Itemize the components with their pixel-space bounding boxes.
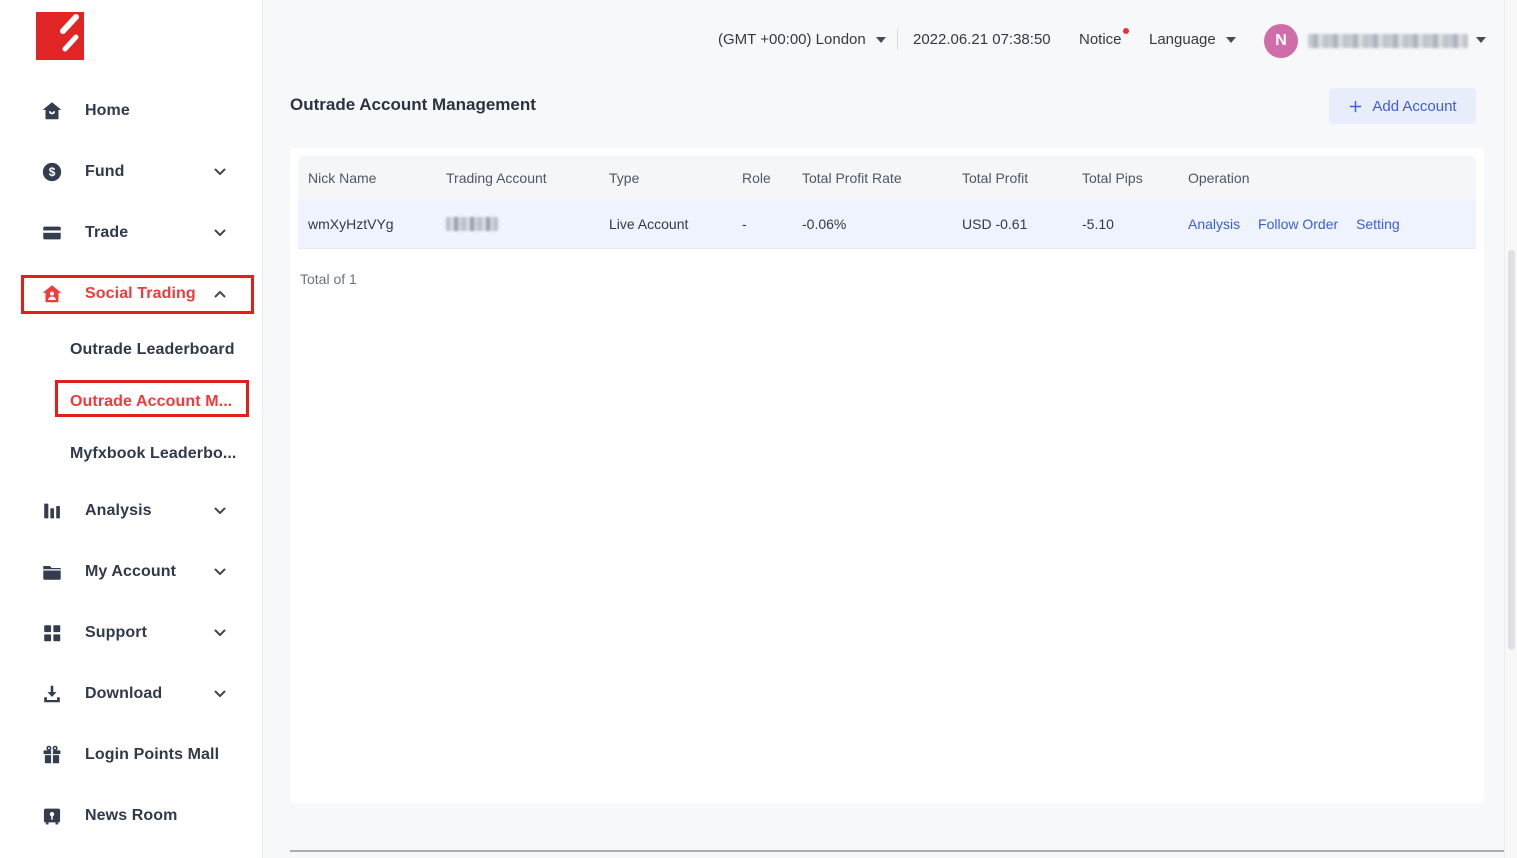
- scrollbar-thumb[interactable]: [1508, 250, 1515, 650]
- app-window: Home $ Fund Trade: [0, 0, 1517, 858]
- table-row: wmXyHztVYg Live Account - -0.06% USD -0.…: [298, 200, 1476, 248]
- sidebar-item-label: News Room: [85, 807, 177, 825]
- cell-trading-account: [436, 200, 599, 248]
- col-header-total-profit-rate: Total Profit Rate: [792, 156, 952, 200]
- vertical-scrollbar[interactable]: [1504, 0, 1517, 858]
- setting-link[interactable]: Setting: [1356, 216, 1400, 232]
- add-account-button[interactable]: Add Account: [1329, 88, 1476, 124]
- timezone-label: (GMT +00:00) London: [718, 31, 866, 48]
- avatar[interactable]: N: [1264, 24, 1298, 58]
- sidebar-item-label: Myfxbook Leaderbo...: [70, 445, 236, 463]
- sidebar-item-label: Analysis: [85, 502, 152, 520]
- trading-account-redacted: [446, 217, 498, 231]
- svg-text:$: $: [49, 165, 56, 179]
- trade-icon: [40, 221, 64, 245]
- chevron-down-icon: [214, 168, 226, 176]
- sidebar-item-label: Trade: [85, 224, 128, 242]
- gift-icon: [40, 743, 64, 767]
- cell-nick-name: wmXyHztVYg: [298, 200, 436, 248]
- fund-icon: $: [40, 160, 64, 184]
- caret-down-icon: [876, 37, 886, 43]
- sidebar-item-outrade-account-management[interactable]: Outrade Account M...: [0, 376, 262, 428]
- sidebar-item-myfxbook-leaderboard[interactable]: Myfxbook Leaderbo...: [0, 428, 262, 480]
- sidebar: Home $ Fund Trade: [0, 0, 263, 858]
- sidebar-item-label: Social Trading: [85, 285, 196, 303]
- language-select[interactable]: Language: [1149, 31, 1236, 48]
- sidebar-item-home[interactable]: Home: [0, 80, 262, 141]
- cell-total-pips: -5.10: [1072, 200, 1178, 248]
- chevron-down-icon: [214, 629, 226, 637]
- cell-role: -: [732, 200, 792, 248]
- chevron-down-icon: [214, 229, 226, 237]
- sidebar-item-analysis[interactable]: Analysis: [0, 480, 262, 541]
- sidebar-item-news-room[interactable]: News Room: [0, 785, 262, 846]
- notice-label: Notice: [1079, 31, 1122, 48]
- page-title: Outrade Account Management: [290, 95, 536, 115]
- chevron-up-icon: [214, 290, 226, 298]
- col-header-role: Role: [732, 156, 792, 200]
- sidebar-item-label: Outrade Leaderboard: [70, 341, 235, 359]
- sidebar-item-label: Support: [85, 624, 147, 642]
- brand-logo[interactable]: [36, 12, 84, 60]
- timezone-select[interactable]: (GMT +00:00) London: [718, 31, 886, 48]
- social-trading-icon: [40, 282, 64, 306]
- chevron-down-icon: [214, 507, 226, 515]
- sidebar-item-label: Home: [85, 102, 130, 120]
- support-icon: [40, 621, 64, 645]
- sidebar-item-support[interactable]: Support: [0, 602, 262, 663]
- plus-icon: [1348, 99, 1363, 114]
- analysis-link[interactable]: Analysis: [1188, 216, 1240, 232]
- cell-total-profit-rate: -0.06%: [792, 200, 952, 248]
- download-icon: [40, 682, 64, 706]
- account-table-card: Nick Name Trading Account Type Role Tota…: [290, 148, 1484, 803]
- language-label: Language: [1149, 31, 1216, 48]
- sidebar-item-label: My Account: [85, 563, 176, 581]
- sidebar-item-outrade-leaderboard[interactable]: Outrade Leaderboard: [0, 324, 262, 376]
- follow-order-link[interactable]: Follow Order: [1258, 216, 1338, 232]
- analysis-icon: [40, 499, 64, 523]
- col-header-type: Type: [599, 156, 732, 200]
- col-header-total-profit: Total Profit: [952, 156, 1072, 200]
- bottom-divider: [290, 850, 1512, 852]
- sidebar-item-fund[interactable]: $ Fund: [0, 141, 262, 202]
- sidebar-item-login-points-mall[interactable]: Login Points Mall: [0, 724, 262, 785]
- chevron-down-icon: [214, 568, 226, 576]
- col-header-operation: Operation: [1178, 156, 1476, 200]
- sidebar-item-social-trading[interactable]: Social Trading: [0, 263, 262, 324]
- cell-type: Live Account: [599, 200, 732, 248]
- cell-total-profit: USD -0.61: [952, 200, 1072, 248]
- sidebar-item-my-account[interactable]: My Account: [0, 541, 262, 602]
- sidebar-item-download[interactable]: Download: [0, 663, 262, 724]
- table-header-row: Nick Name Trading Account Type Role Tota…: [298, 156, 1476, 200]
- sidebar-item-trade[interactable]: Trade: [0, 202, 262, 263]
- home-icon: [40, 99, 64, 123]
- notification-dot: [1123, 28, 1129, 34]
- topbar: (GMT +00:00) London 2022.06.21 07:38:50 …: [263, 0, 1517, 75]
- sidebar-item-label: Outrade Account M...: [70, 393, 232, 411]
- add-account-label: Add Account: [1372, 98, 1456, 115]
- sidebar-item-label: Download: [85, 685, 162, 703]
- sidebar-item-label: Login Points Mall: [85, 746, 219, 764]
- datetime-display: 2022.06.21 07:38:50: [913, 31, 1051, 48]
- total-count-text: Total of 1: [298, 271, 1476, 287]
- notice-button[interactable]: Notice: [1079, 31, 1122, 48]
- sidebar-item-label: Fund: [85, 163, 125, 181]
- main-content: (GMT +00:00) London 2022.06.21 07:38:50 …: [263, 0, 1517, 858]
- col-header-total-pips: Total Pips: [1072, 156, 1178, 200]
- sidebar-nav: Home $ Fund Trade: [0, 80, 262, 846]
- col-header-trading-account: Trading Account: [436, 156, 599, 200]
- col-header-nick-name: Nick Name: [298, 156, 436, 200]
- caret-down-icon: [1226, 37, 1236, 43]
- topbar-divider: [897, 29, 898, 50]
- cell-operation: Analysis Follow Order Setting: [1178, 200, 1476, 248]
- accounts-table: Nick Name Trading Account Type Role Tota…: [298, 156, 1476, 249]
- my-account-icon: [40, 560, 64, 584]
- chevron-down-icon: [214, 690, 226, 698]
- caret-down-icon[interactable]: [1476, 37, 1486, 43]
- news-room-icon: [40, 804, 64, 828]
- username-redacted[interactable]: [1308, 34, 1468, 48]
